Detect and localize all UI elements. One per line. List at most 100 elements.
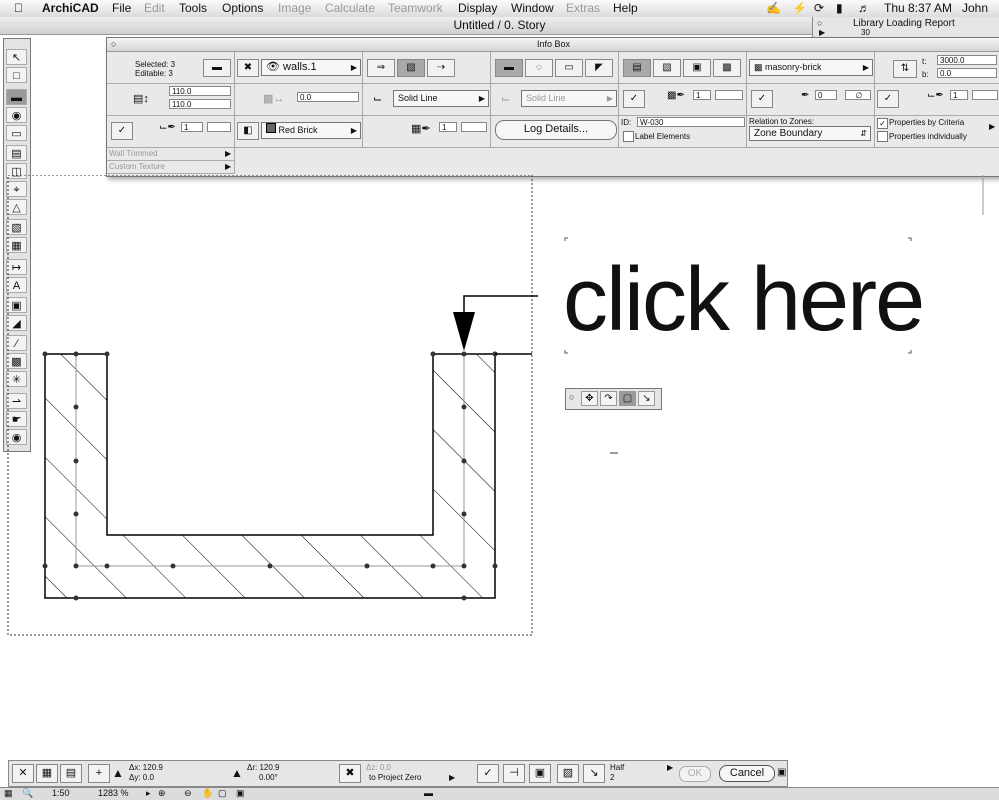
wall-polygon-icon[interactable]: ⇢	[427, 59, 455, 77]
slab-tool-icon[interactable]: ▤	[6, 145, 27, 161]
wall-single-icon[interactable]: ▬	[495, 59, 523, 77]
pen-1-input[interactable]: 1	[693, 90, 711, 100]
id-input[interactable]: W-030	[637, 117, 745, 127]
menu-edit[interactable]: Edit	[144, 1, 165, 15]
pen-5-swatch[interactable]	[461, 122, 487, 132]
marquee-tool-icon[interactable]: □	[6, 67, 27, 83]
surface-icon[interactable]: ◧	[237, 122, 259, 140]
wall-chain-icon[interactable]: ▭	[555, 59, 583, 77]
grid-snap-icon[interactable]: ▤	[60, 764, 82, 783]
zoom-lens-icon[interactable]: 🔍	[22, 788, 33, 799]
properties-individual-checkbox[interactable]	[877, 131, 888, 142]
snap-parallel-icon[interactable]: ⊣	[503, 764, 525, 783]
scroll-thumb-icon[interactable]: ▬	[424, 788, 433, 798]
menu-options[interactable]: Options	[222, 1, 263, 15]
pen-4-swatch[interactable]	[972, 90, 998, 100]
check-pen-icon[interactable]: ✓	[751, 90, 773, 108]
pan-hand-icon[interactable]: ✋	[202, 788, 213, 799]
x-tool-icon[interactable]: ✖	[339, 764, 361, 783]
menu-tools[interactable]: Tools	[179, 1, 207, 15]
delta-angle[interactable]: 0.00°	[259, 773, 278, 782]
layer-pick-icon[interactable]: ✖	[237, 59, 259, 77]
layer-popup[interactable]: 👁 walls.1 ▶	[261, 59, 361, 76]
menu-extras[interactable]: Extras	[566, 1, 600, 15]
pen-5-input[interactable]: 1	[439, 122, 457, 132]
snap-intersect-icon[interactable]: ▣	[529, 764, 551, 783]
delta-x[interactable]: Δx: 120.9	[129, 763, 163, 772]
app-menu[interactable]: ArchiCAD	[42, 1, 99, 15]
pen-3-input[interactable]: 0	[815, 90, 837, 100]
grid-icon[interactable]: ▦	[36, 764, 58, 783]
delta-z[interactable]: Δz: 0.0	[366, 763, 391, 772]
snap-check-icon[interactable]: ✓	[477, 764, 499, 783]
expand-icon[interactable]: ▣	[777, 767, 786, 778]
wall-straight-icon[interactable]: ⇒	[367, 59, 395, 77]
empty-set-icon[interactable]: ∅	[845, 90, 871, 100]
fill-popup[interactable]: ▩ masonry-brick ▶	[749, 59, 873, 76]
label-elements-checkbox[interactable]	[623, 131, 634, 142]
fit-icon[interactable]: ▢	[218, 788, 227, 799]
curve-icon[interactable]: ↷	[600, 391, 617, 406]
relation-select[interactable]: Zone Boundary ⇵	[749, 126, 871, 141]
menu-display[interactable]: Display	[458, 1, 497, 15]
menu-image[interactable]: Image	[278, 1, 311, 15]
close-icon[interactable]: ○	[817, 18, 822, 28]
ok-button[interactable]: OK	[679, 766, 711, 782]
cross-icon[interactable]: +	[88, 764, 110, 783]
zoom-value[interactable]: 1283 %	[98, 788, 129, 798]
cancel-button[interactable]: Cancel	[719, 765, 775, 782]
offset-edge-icon[interactable]: ▢	[619, 391, 636, 406]
wall-tool-icon[interactable]: ▬	[6, 89, 27, 105]
check-pen-icon[interactable]: ✓	[623, 90, 645, 108]
menu-file[interactable]: File	[112, 1, 131, 15]
ref-line-center-icon[interactable]: ▧	[653, 59, 681, 77]
menu-help[interactable]: Help	[613, 1, 638, 15]
half-value[interactable]: 2	[610, 773, 614, 782]
column-tool-icon[interactable]: ◉	[6, 107, 27, 123]
script-icon[interactable]: ✍	[766, 1, 781, 15]
zoom-extents-icon[interactable]: ▣	[236, 788, 245, 799]
check-pen-icon[interactable]: ✓	[111, 122, 133, 140]
elevation-icon[interactable]: ⇅	[893, 60, 917, 78]
material-popup[interactable]: Red Brick ▶	[261, 122, 361, 139]
log-details-button[interactable]: Log Details...	[495, 120, 617, 140]
arrow-tool-icon[interactable]: ↖	[6, 49, 27, 65]
triangle-right-icon[interactable]: ▶	[989, 122, 995, 131]
wall-curved-icon[interactable]: ◌	[525, 59, 553, 77]
properties-criteria-checkbox[interactable]: ✓	[877, 118, 888, 129]
pen-4-input[interactable]: 1	[950, 90, 968, 100]
height-top-input[interactable]: 110.0	[169, 86, 231, 96]
move-icon[interactable]: ✥	[581, 391, 598, 406]
stretch-icon[interactable]: ↘	[638, 391, 655, 406]
menu-clock[interactable]: Thu 8:37 AM	[884, 1, 952, 15]
scale-value[interactable]: 1:50	[52, 788, 70, 798]
triangle-right-icon[interactable]: ▶	[225, 162, 231, 171]
u-shaped-wall[interactable]	[44, 353, 496, 599]
layers-icon[interactable]: ▦	[4, 788, 13, 799]
wall-type-icon[interactable]: ▬	[203, 59, 231, 77]
triangle-right-icon[interactable]: ▶	[449, 773, 455, 782]
check-pen-icon[interactable]: ✓	[877, 90, 899, 108]
sync-icon[interactable]: ⟳	[814, 1, 824, 15]
ref-line-inside-icon[interactable]: ▣	[683, 59, 711, 77]
line-type-popup[interactable]: Solid Line ▶	[393, 90, 489, 107]
menu-calculate[interactable]: Calculate	[325, 1, 375, 15]
apple-menu-icon[interactable]: 	[14, 1, 23, 15]
top-elevation-input[interactable]: 3000.0	[937, 55, 997, 65]
bolt-icon[interactable]: ⚡	[792, 1, 807, 15]
close-icon[interactable]: ○	[111, 38, 116, 51]
volume-icon[interactable]: ♬	[858, 1, 870, 15]
delta-y[interactable]: Δy: 0.0	[129, 773, 154, 782]
pen-1-swatch[interactable]	[715, 90, 743, 100]
pen-2-swatch[interactable]	[207, 122, 231, 132]
triangle-right-icon[interactable]: ▶	[667, 763, 673, 772]
pen-2-input[interactable]: 1	[181, 122, 203, 132]
close-x-icon[interactable]: ✕	[12, 764, 34, 783]
line-type-2-popup[interactable]: Solid Line ▶	[521, 90, 617, 107]
menu-user[interactable]: John	[962, 1, 988, 15]
zoom-in-icon[interactable]: ⊕	[158, 788, 166, 799]
height-bottom-input[interactable]: 110.0	[169, 99, 231, 109]
menu-teamwork[interactable]: Teamwork	[388, 1, 443, 15]
triangle-right-icon[interactable]: ▸	[146, 788, 151, 799]
triangle-right-icon[interactable]: ▶	[225, 149, 231, 158]
